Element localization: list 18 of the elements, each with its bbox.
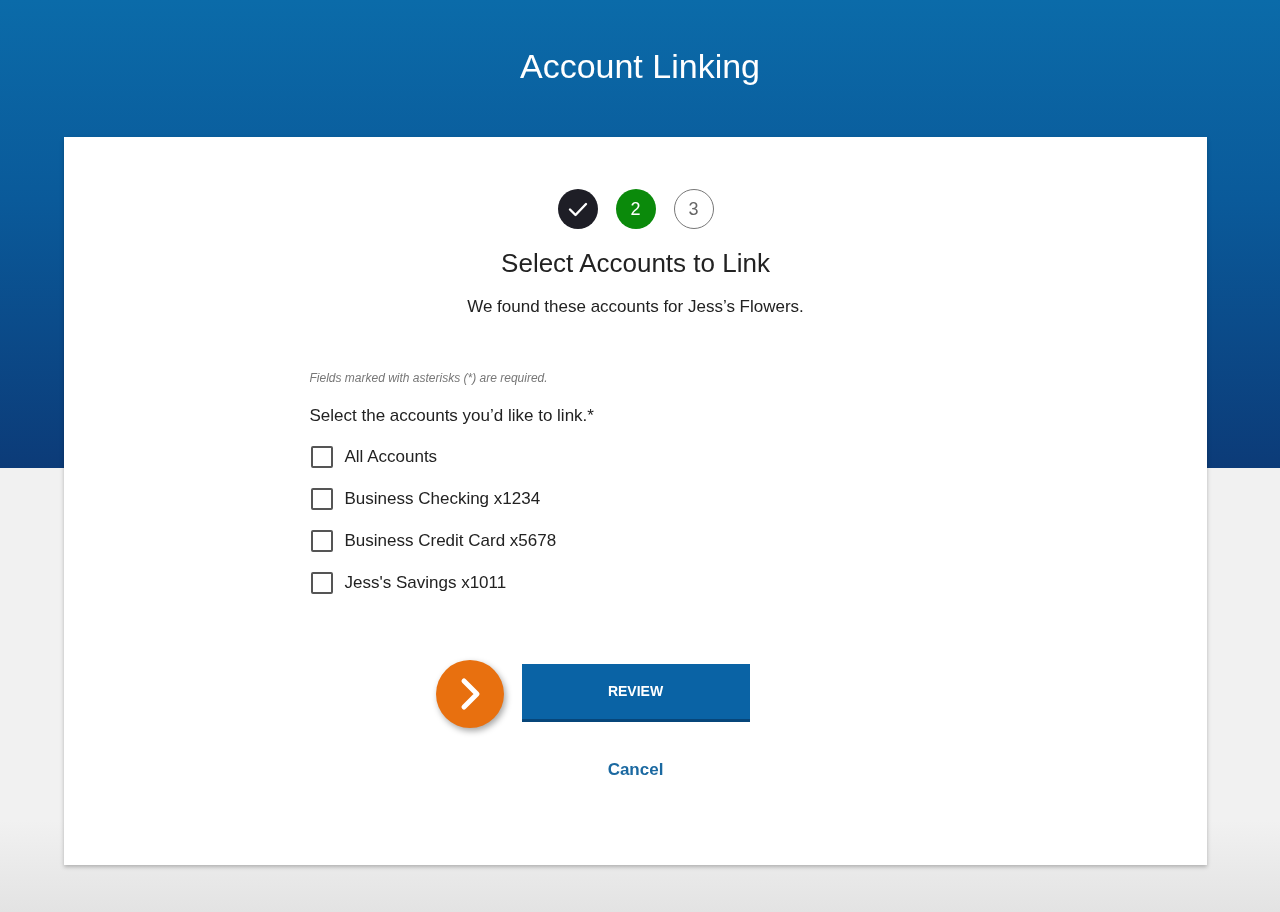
section-heading: Select Accounts to Link (501, 247, 770, 279)
page-title: Account Linking (519, 46, 760, 86)
step-indicator: 3 (673, 189, 714, 229)
chevron-right-icon (435, 660, 504, 728)
checkbox[interactable] (310, 530, 333, 552)
subtitle-text: We found these accounts for Jess’s Flowers. (467, 296, 804, 318)
checkbox[interactable] (310, 446, 333, 468)
field-label: Select the accounts you’d like to link.* (309, 405, 594, 427)
checkbox-label[interactable]: Jess's Savings x1011 (344, 571, 507, 595)
required-fields-note: Fields marked with asterisks (*) are required. (309, 370, 548, 386)
step-indicator: 2 (615, 189, 656, 229)
checkbox-label[interactable]: All Accounts (344, 445, 438, 469)
checkbox-label[interactable]: Business Credit Card x5678 (344, 529, 557, 553)
checkbox[interactable] (310, 488, 333, 510)
review-button[interactable]: REVIEW (521, 664, 750, 722)
cancel-link[interactable]: Cancel (607, 758, 664, 782)
checkbox-label[interactable]: Business Checking x1234 (344, 487, 541, 511)
checkbox[interactable] (310, 572, 333, 594)
